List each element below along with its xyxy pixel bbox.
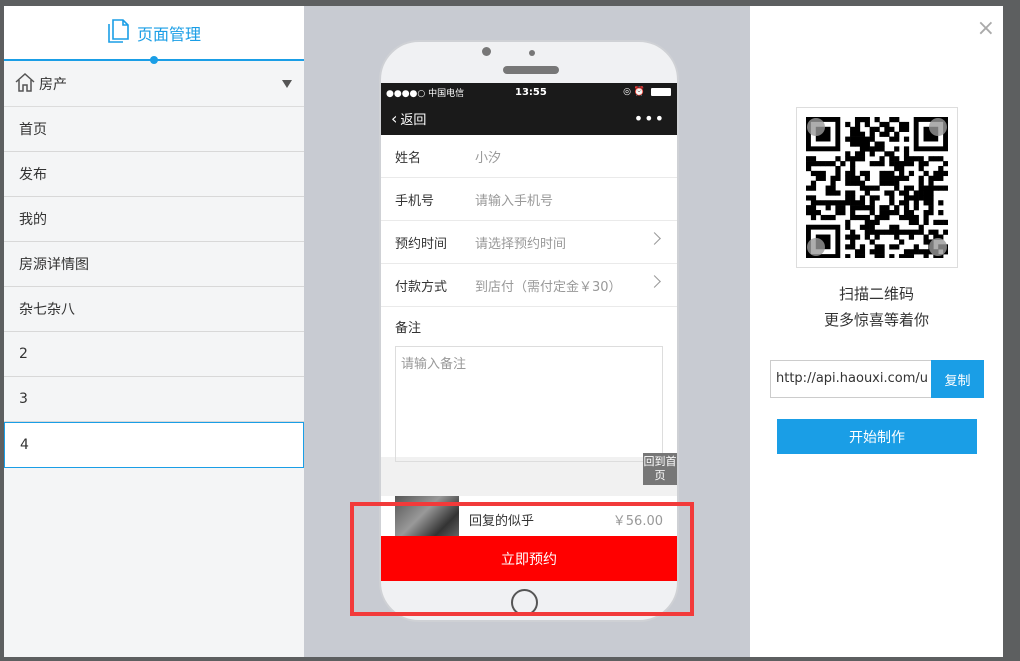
status-bar: ●●●●○ 中国电信 13:55 ◎ ⏰ <box>381 83 677 101</box>
sensor-icon <box>529 50 535 56</box>
page-item-publish[interactable]: 发布 <box>4 152 304 197</box>
time-picker[interactable]: 请选择预约时间 <box>475 233 566 252</box>
more-icon[interactable]: ••• <box>634 109 665 128</box>
home-icon <box>14 72 36 96</box>
page-item-misc[interactable]: 杂七杂八 <box>4 287 304 332</box>
status-icons: ◎ ⏰ <box>623 87 645 97</box>
nav-bar: ‹ 返回 ••• <box>381 101 677 135</box>
qr-caption: 扫描二维码 更多惊喜等着你 <box>750 281 1003 333</box>
carrier-text: ●●●●○ 中国电信 <box>386 88 465 99</box>
form-row-name[interactable]: 姓名 小汐 <box>381 135 677 178</box>
highlight-box <box>350 502 694 616</box>
qr-code-image <box>806 117 949 260</box>
field-label: 手机号 <box>395 193 435 209</box>
category-select-label: 房产 <box>39 76 67 93</box>
chevron-right-icon <box>648 275 661 288</box>
qr-caption-line2: 更多惊喜等着你 <box>823 311 929 329</box>
qr-caption-line1: 扫描二维码 <box>838 285 914 303</box>
chevron-down-icon <box>282 79 292 88</box>
page-item-house-detail[interactable]: 房源详情图 <box>4 242 304 287</box>
window-frame-right <box>1003 0 1020 661</box>
status-time: 13:55 <box>515 86 547 98</box>
phone-field[interactable]: 请输入手机号 <box>475 190 553 209</box>
page-item-2[interactable]: 2 <box>4 332 304 377</box>
page-item-home[interactable]: 首页 <box>4 107 304 152</box>
page-item-3[interactable]: 3 <box>4 377 304 422</box>
form-row-phone[interactable]: 手机号 请输入手机号 <box>381 178 677 221</box>
page-icon <box>107 18 129 47</box>
back-button[interactable]: 返回 <box>400 109 426 128</box>
field-label: 付款方式 <box>395 279 448 295</box>
battery-icon <box>651 88 671 96</box>
publish-panel: × 扫描二维码 更多惊喜等着你 http://api.haouxi.com/u … <box>750 6 1003 657</box>
remark-section: 备注 请输入备注 <box>381 307 677 462</box>
camera-icon <box>482 47 491 56</box>
page-item-4[interactable]: 4 <box>4 422 304 468</box>
start-making-button[interactable]: 开始制作 <box>777 419 977 454</box>
category-select[interactable]: 房产 <box>4 61 304 107</box>
page-manager-title: 页面管理 <box>136 24 201 44</box>
chevron-right-icon <box>648 232 661 245</box>
page-manager-panel: 页面管理 房产 首页 发布 我的 房源详情图 杂七杂八 2 3 4 <box>4 6 304 657</box>
form-row-time[interactable]: 预约时间 请选择预约时间 <box>381 221 677 264</box>
page-manager-header[interactable]: 页面管理 <box>4 6 304 64</box>
field-label: 预约时间 <box>395 236 448 252</box>
copy-button[interactable]: 复制 <box>931 360 984 398</box>
back-home-button[interactable]: 回到首页 <box>643 453 677 485</box>
window-frame-bottom <box>0 657 1020 661</box>
form-row-payment[interactable]: 付款方式 到店付（需付定金￥30） <box>381 264 677 307</box>
payment-select[interactable]: 到店付（需付定金￥30） <box>475 276 622 295</box>
back-arrow-icon[interactable]: ‹ <box>391 109 397 128</box>
field-label: 姓名 <box>395 150 422 166</box>
close-icon[interactable]: × <box>977 18 995 40</box>
remark-textarea[interactable]: 请输入备注 <box>395 346 663 462</box>
remark-label: 备注 <box>395 321 422 336</box>
page-item-mine[interactable]: 我的 <box>4 197 304 242</box>
url-field[interactable]: http://api.haouxi.com/u <box>770 360 932 398</box>
speaker-grille <box>503 66 559 74</box>
qr-code <box>796 107 958 268</box>
active-indicator <box>150 56 158 64</box>
name-field[interactable]: 小汐 <box>475 147 501 166</box>
phone-preview-area: ●●●●○ 中国电信 13:55 ◎ ⏰ ‹ 返回 ••• 姓名 小汐 手机号 … <box>304 6 750 657</box>
